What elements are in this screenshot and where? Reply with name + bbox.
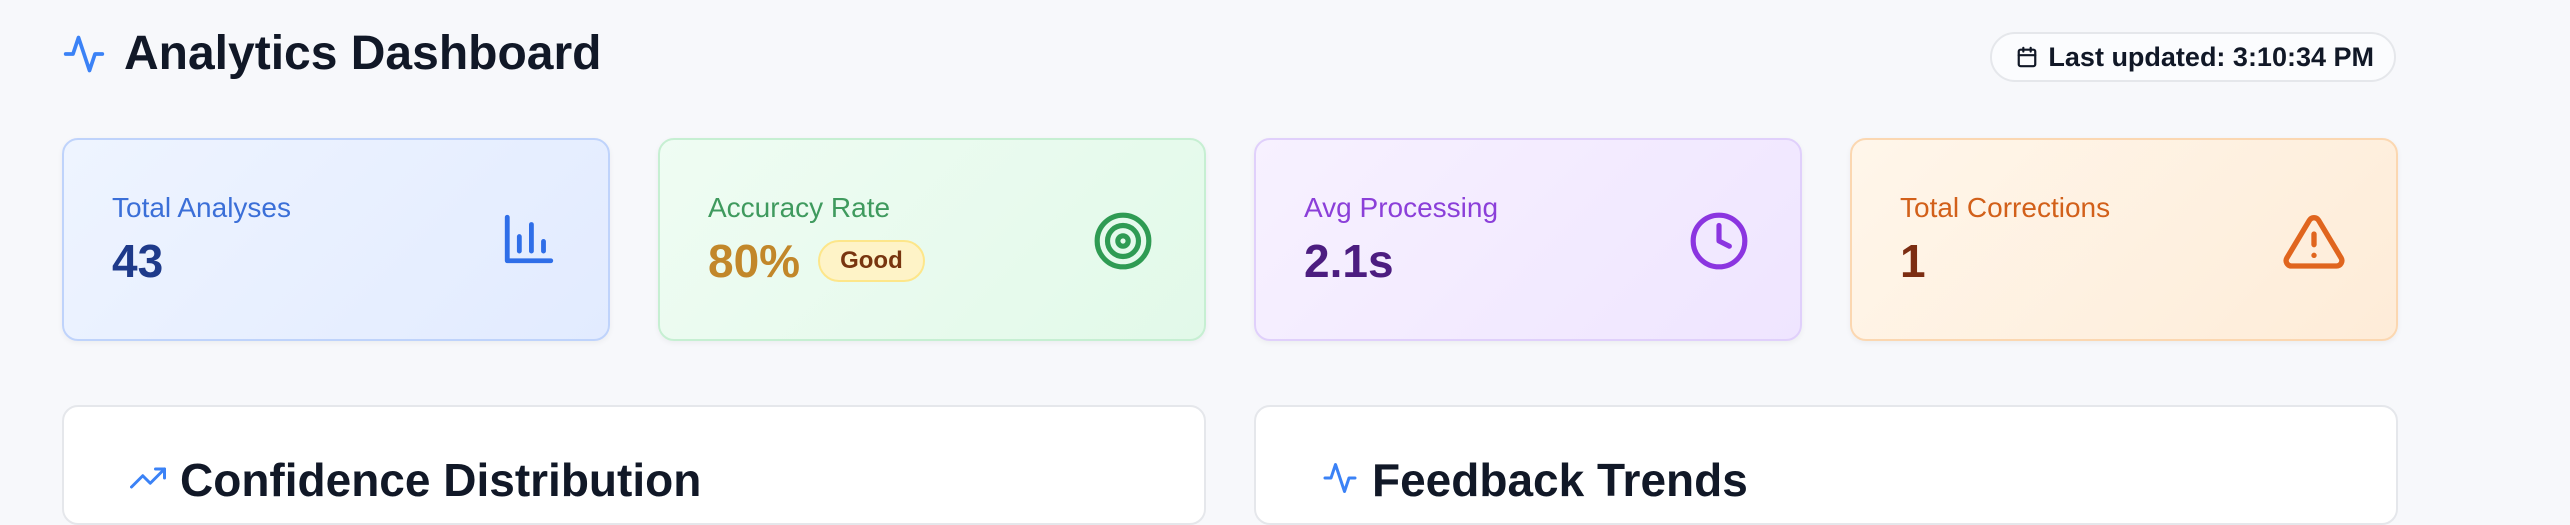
activity-icon bbox=[62, 32, 106, 76]
stat-card-accuracy-rate[interactable]: Accuracy Rate 80% Good bbox=[658, 138, 1206, 341]
stat-card-total-corrections[interactable]: Total Corrections 1 bbox=[1850, 138, 2398, 341]
stat-label: Accuracy Rate bbox=[708, 192, 891, 223]
stat-card-avg-processing[interactable]: Avg Processing 2.1s bbox=[1254, 138, 1802, 341]
stat-value: 2.1s bbox=[1304, 235, 1394, 287]
clock-icon bbox=[1688, 210, 1750, 272]
stat-label: Total Corrections bbox=[1900, 192, 2111, 223]
panel-title: Feedback Trends bbox=[1372, 454, 1748, 506]
stat-value: 43 bbox=[112, 235, 164, 287]
target-icon bbox=[1092, 210, 1154, 272]
stat-value: 1 bbox=[1900, 235, 1926, 287]
panel-header: Confidence Distribution bbox=[130, 457, 701, 503]
last-updated-text: Last updated: 3:10:34 PM bbox=[2048, 41, 2374, 72]
stat-label: Avg Processing bbox=[1304, 192, 1499, 223]
trend-icon bbox=[130, 460, 166, 501]
bar-chart-icon bbox=[500, 210, 558, 268]
feedback-trends-panel: Feedback Trends bbox=[1254, 405, 2398, 525]
stat-value: 80% bbox=[708, 235, 801, 287]
stat-card-total-analyses[interactable]: Total Analyses 43 bbox=[62, 138, 610, 341]
stat-value-row: 2.1s bbox=[1304, 238, 1394, 284]
warning-icon bbox=[2282, 210, 2346, 274]
last-updated-badge: Last updated: 3:10:34 PM bbox=[1990, 32, 2396, 82]
stat-value-row: 43 bbox=[112, 238, 163, 284]
dashboard-header: Analytics Dashboard Last updated: 3:10:3… bbox=[62, 24, 2396, 90]
page-title: Analytics Dashboard bbox=[124, 27, 602, 80]
panel-title: Confidence Distribution bbox=[180, 454, 702, 506]
activity-icon bbox=[1322, 460, 1358, 501]
title-group: Analytics Dashboard bbox=[62, 30, 601, 78]
panel-header: Feedback Trends bbox=[1322, 457, 1748, 503]
status-badge: Good bbox=[818, 240, 925, 282]
stat-label: Total Analyses bbox=[112, 192, 291, 223]
confidence-distribution-panel: Confidence Distribution bbox=[62, 405, 1206, 525]
calendar-icon bbox=[2016, 46, 2048, 68]
stat-value-row: 80% Good bbox=[708, 238, 925, 284]
stat-value-row: 1 bbox=[1900, 238, 1926, 284]
